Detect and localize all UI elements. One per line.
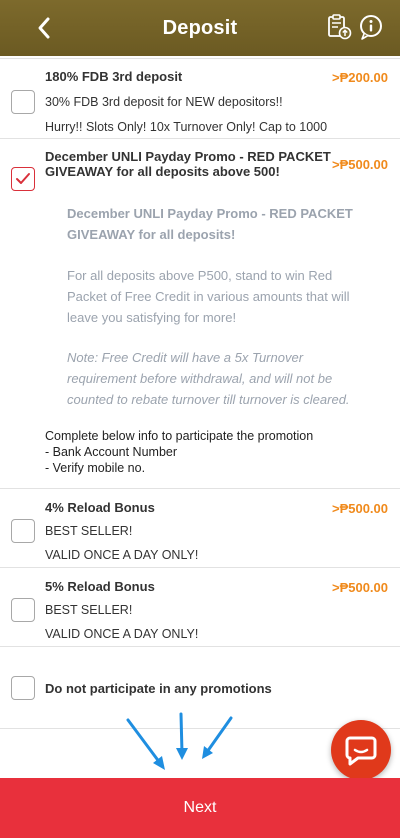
next-button[interactable]: Next — [0, 778, 400, 838]
promo-detail-body: Packet of Free Credit in various amounts… — [67, 289, 350, 304]
promo-description: BEST SELLER! — [45, 524, 133, 538]
promo-detail-note: requirement before withdrawal, and will … — [67, 371, 333, 386]
promo-title-line: December UNLI Payday Promo - RED PACKET — [45, 149, 331, 164]
history-icon — [328, 14, 352, 40]
promo-amount: >₱200.00 — [331, 70, 388, 85]
promo-detail-note: counted to rebate turnover till turnover… — [67, 392, 350, 407]
no-promo-label: Do not participate in any promotions — [45, 681, 272, 696]
promo-description: VALID ONCE A DAY ONLY! — [45, 627, 199, 641]
promo-title: 180% FDB 3rd deposit — [45, 69, 183, 84]
no-promo-item[interactable]: Do not participate in any promotions — [0, 647, 400, 729]
promotion-list[interactable]: 180% FDB 3rd deposit >₱200.00 30% FDB 3r… — [0, 56, 400, 778]
promo-title-line: GIVEAWAY for all deposits above 500! — [45, 164, 280, 179]
promo-item[interactable]: 4% Reload Bonus >₱500.00 BEST SELLER! VA… — [0, 489, 400, 568]
back-arrow-icon — [38, 17, 50, 39]
top-bar: Deposit — [0, 0, 400, 56]
promo-title: 4% Reload Bonus — [45, 500, 155, 515]
promo-requirement: Complete below info to participate the p… — [45, 429, 314, 443]
chat-bubble-icon — [345, 736, 377, 766]
promo-requirement: - Verify mobile no. — [45, 461, 146, 475]
promo-item-selected[interactable]: December UNLI Payday Promo - RED PACKET … — [0, 139, 400, 489]
promo-amount: >₱500.00 — [331, 580, 388, 595]
page-title: Deposit — [162, 16, 238, 39]
live-chat-button[interactable] — [331, 720, 391, 780]
promo-title: 5% Reload Bonus — [45, 579, 155, 594]
history-button[interactable] — [324, 12, 354, 42]
promo-detail-note: Note: Free Credit will have a 5x Turnove… — [67, 350, 304, 365]
promo-detail-body: leave you satisfying for more! — [67, 310, 237, 325]
promo-checkbox[interactable] — [11, 598, 35, 622]
promo-detail-heading: December UNLI Payday Promo - RED PACKET — [67, 206, 353, 221]
promo-description: BEST SELLER! — [45, 603, 133, 617]
promo-description: VALID ONCE A DAY ONLY! — [45, 548, 199, 562]
promo-requirement: - Bank Account Number — [45, 445, 178, 459]
back-button[interactable] — [30, 14, 58, 42]
info-icon — [360, 15, 382, 40]
promo-item[interactable]: 180% FDB 3rd deposit >₱200.00 30% FDB 3r… — [0, 58, 400, 139]
promo-description: Hurry!! Slots Only! 10x Turnover Only! C… — [45, 120, 328, 134]
promo-item[interactable]: 5% Reload Bonus >₱500.00 BEST SELLER! VA… — [0, 568, 400, 647]
promo-amount: >₱500.00 — [331, 501, 388, 516]
promo-checkbox[interactable] — [11, 519, 35, 543]
promo-checkbox[interactable] — [11, 90, 35, 114]
promo-checkbox-checked[interactable] — [11, 167, 35, 191]
promo-detail-heading: GIVEAWAY for all deposits! — [67, 227, 236, 242]
promo-amount: >₱500.00 — [331, 157, 388, 172]
promo-description: 30% FDB 3rd deposit for NEW depositors!! — [45, 95, 283, 109]
check-icon — [16, 173, 30, 184]
promo-detail-body: For all deposits above P500, stand to wi… — [67, 268, 333, 283]
no-promo-checkbox[interactable] — [11, 676, 35, 700]
info-button[interactable] — [356, 12, 386, 42]
